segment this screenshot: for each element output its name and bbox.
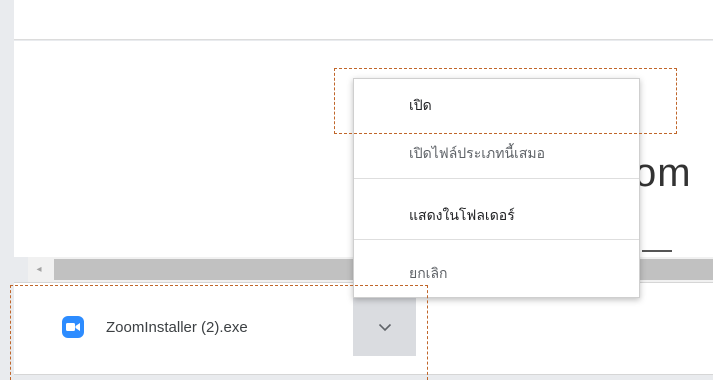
download-item[interactable]: ZoomInstaller (2).exe [50,296,350,358]
menu-separator [354,239,639,240]
menu-item-show-in-folder[interactable]: แสดงในโฟลเดอร์ [354,205,639,227]
menu-item-always-open-type[interactable]: เปิดไฟล์ประเภทนี้เสมอ [354,143,639,165]
background-heading-fragment: om [634,151,692,195]
background-dash [642,250,672,252]
download-file-name: ZoomInstaller (2).exe [106,318,248,336]
menu-separator [354,178,639,179]
menu-item-open[interactable]: เปิด [354,95,639,117]
menu-item-cancel[interactable]: ยกเลิก [354,263,639,285]
browser-page-top [14,0,713,40]
download-context-menu: เปิด เปิดไฟล์ประเภทนี้เสมอ แสดงในโฟลเดอร… [353,78,640,298]
zoom-app-icon [62,316,84,338]
download-options-button[interactable] [353,298,416,356]
shelf-bottom-border [14,374,713,375]
scroll-left-arrow-icon[interactable]: ◂ [28,257,50,282]
chevron-down-icon [378,323,391,331]
